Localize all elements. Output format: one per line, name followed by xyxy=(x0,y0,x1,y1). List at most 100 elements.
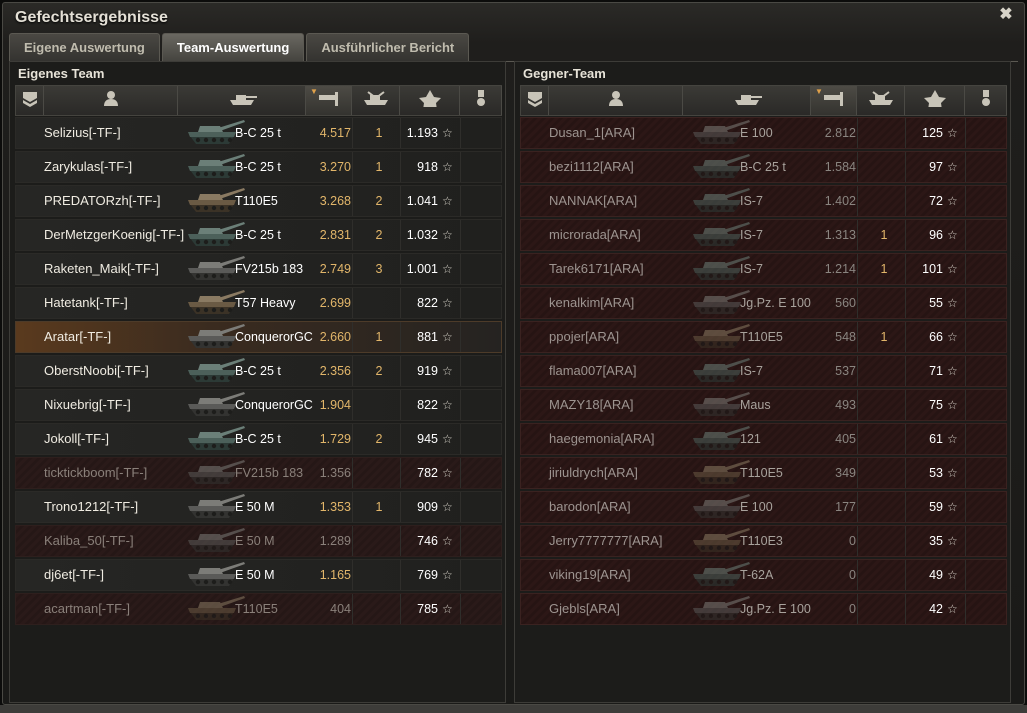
enemy-team-title: Gegner-Team xyxy=(523,66,606,81)
column-divider xyxy=(352,288,353,318)
xp-value: 49 xyxy=(929,568,943,582)
rank-icon xyxy=(14,89,46,112)
player-row[interactable]: viking19[ARA] T-62A 0 49 ☆ xyxy=(520,559,1007,591)
player-row[interactable]: OberstNoobi[-TF-] B-C 25 t 2.356 2 919 ☆ xyxy=(15,355,502,387)
column-header-kills[interactable] xyxy=(857,86,905,115)
player-row[interactable]: bezi1112[ARA] B-C 25 t 1.584 97 ☆ xyxy=(520,151,1007,183)
player-row[interactable]: barodon[ARA] E 100 177 59 ☆ xyxy=(520,491,1007,523)
column-divider xyxy=(905,220,906,250)
column-divider xyxy=(352,220,353,250)
player-row[interactable]: Dusan_1[ARA] E 100 2.812 125 ☆ xyxy=(520,117,1007,149)
player-row[interactable]: dj6et[-TF-] E 50 M 1.165 769 ☆ xyxy=(15,559,502,591)
kills-value: 3 xyxy=(375,262,383,276)
column-divider xyxy=(965,390,966,420)
column-header-medal[interactable] xyxy=(460,86,502,115)
player-row[interactable]: Jerry7777777[ARA] T110E3 0 35 ☆ xyxy=(520,525,1007,557)
player-row[interactable]: Gjebls[ARA] Jg.Pz. E 100 0 42 ☆ xyxy=(520,593,1007,625)
column-header-rank[interactable] xyxy=(16,86,44,115)
column-header-damage[interactable]: ▼ xyxy=(306,86,352,115)
column-divider xyxy=(857,118,858,148)
column-divider xyxy=(400,220,401,250)
xp-value: 1.032 xyxy=(406,228,438,242)
column-divider xyxy=(905,492,906,522)
player-row[interactable]: Kaliba_50[-TF-] E 50 M 1.289 746 ☆ xyxy=(15,525,502,557)
player-row[interactable]: MAZY18[ARA] Maus 493 75 ☆ xyxy=(520,389,1007,421)
player-row[interactable]: DerMetzgerKoenig[-TF-] B-C 25 t 2.831 2 1.03… xyxy=(15,219,502,251)
column-divider xyxy=(857,560,858,590)
player-icon xyxy=(95,89,127,112)
column-divider xyxy=(965,424,966,454)
player-row[interactable]: flama007[ARA] IS-7 537 71 ☆ xyxy=(520,355,1007,387)
column-divider xyxy=(400,560,401,590)
player-name: bezi1112[ARA] xyxy=(549,159,634,174)
player-name: NANNAK[ARA] xyxy=(549,193,638,208)
tab-team-results[interactable]: Team-Auswertung xyxy=(161,33,305,61)
xp-value: 72 xyxy=(929,194,943,208)
column-divider xyxy=(400,458,401,488)
player-row[interactable]: acartman[-TF-] T110E5 404 785 ☆ xyxy=(15,593,502,625)
xp-value: 769 xyxy=(417,568,438,582)
rank-icon xyxy=(519,89,551,112)
column-divider xyxy=(857,186,858,216)
kills-value xyxy=(372,458,386,488)
column-header-player[interactable] xyxy=(549,86,683,115)
xp-star-icon: ☆ xyxy=(947,296,958,310)
player-row[interactable]: Aratar[-TF-] ConquerorGC 2.660 1 881 ☆ xyxy=(15,321,502,353)
xp-star-icon: ☆ xyxy=(947,602,958,616)
player-row[interactable]: Trono1212[-TF-] E 50 M 1.353 1 909 ☆ xyxy=(15,491,502,523)
column-divider xyxy=(352,560,353,590)
player-row[interactable]: haegemonia[ARA] 121 405 61 ☆ xyxy=(520,423,1007,455)
column-divider xyxy=(352,492,353,522)
medal-icon xyxy=(970,89,1002,112)
xp-value: 1.001 xyxy=(406,262,438,276)
column-divider xyxy=(400,288,401,318)
xp-star-icon: ☆ xyxy=(442,500,453,514)
player-row[interactable]: ticktickboom[-TF-] FV215b 183 1.356 782 ☆ xyxy=(15,457,502,489)
player-row[interactable]: jiriuldrych[ARA] T110E5 349 53 ☆ xyxy=(520,457,1007,489)
column-header-tank[interactable] xyxy=(683,86,811,115)
column-divider xyxy=(857,390,858,420)
player-name: Aratar[-TF-] xyxy=(44,329,112,344)
player-row[interactable]: NANNAK[ARA] IS-7 1.402 72 ☆ xyxy=(520,185,1007,217)
sort-arrow-icon: ▼ xyxy=(310,87,318,96)
player-row[interactable]: Selizius[-TF-] B-C 25 t 4.517 1 1.193 ☆ xyxy=(15,117,502,149)
tab-detailed-report[interactable]: Ausführlicher Bericht xyxy=(306,33,470,61)
column-divider xyxy=(460,356,461,386)
column-divider xyxy=(400,356,401,386)
own-team-header: ▼ xyxy=(15,85,502,116)
column-divider xyxy=(965,356,966,386)
player-row[interactable]: Zarykulas[-TF-] B-C 25 t 3.270 1 918 ☆ xyxy=(15,151,502,183)
damage-value: 560 xyxy=(835,296,856,310)
damage-value: 1.402 xyxy=(824,194,856,208)
player-row[interactable]: kenalkim[ARA] Jg.Pz. E 100 560 55 ☆ xyxy=(520,287,1007,319)
tab-personal-results[interactable]: Eigene Auswertung xyxy=(9,33,160,61)
column-header-kills[interactable] xyxy=(352,86,400,115)
column-header-damage[interactable]: ▼ xyxy=(811,86,857,115)
player-icon xyxy=(600,89,632,112)
player-row[interactable]: PREDATORzh[-TF-] T110E5 3.268 2 1.041 ☆ xyxy=(15,185,502,217)
player-row[interactable]: Jokoll[-TF-] B-C 25 t 1.729 2 945 ☆ xyxy=(15,423,502,455)
damage-value: 2.699 xyxy=(319,296,351,310)
column-header-xp-star[interactable] xyxy=(400,86,460,115)
close-icon[interactable]: ✖ xyxy=(998,7,1014,23)
column-divider xyxy=(905,424,906,454)
column-header-medal[interactable] xyxy=(965,86,1007,115)
xp-star-icon: ☆ xyxy=(442,228,453,242)
player-row[interactable]: Hatetank[-TF-] T57 Heavy 2.699 822 ☆ xyxy=(15,287,502,319)
player-row[interactable]: Tarek6171[ARA] IS-7 1.214 1 101 ☆ xyxy=(520,253,1007,285)
player-name: flama007[ARA] xyxy=(549,363,637,378)
player-row[interactable]: ppojer[ARA] T110E5 548 1 66 ☆ xyxy=(520,321,1007,353)
xp-star-icon xyxy=(919,89,951,112)
player-row[interactable]: Nixuebrig[-TF-] ConquerorGC 1.904 822 ☆ xyxy=(15,389,502,421)
column-divider xyxy=(857,322,858,352)
column-header-player[interactable] xyxy=(44,86,178,115)
kills-icon xyxy=(865,89,897,112)
player-row[interactable]: microrada[ARA] IS-7 1.313 1 96 ☆ xyxy=(520,219,1007,251)
column-divider xyxy=(400,526,401,556)
column-divider xyxy=(857,458,858,488)
column-header-xp-star[interactable] xyxy=(905,86,965,115)
column-header-rank[interactable] xyxy=(521,86,549,115)
damage-value: 0 xyxy=(849,568,856,582)
column-header-tank[interactable] xyxy=(178,86,306,115)
player-row[interactable]: Raketen_Maik[-TF-] FV215b 183 2.749 3 1.001 ☆ xyxy=(15,253,502,285)
